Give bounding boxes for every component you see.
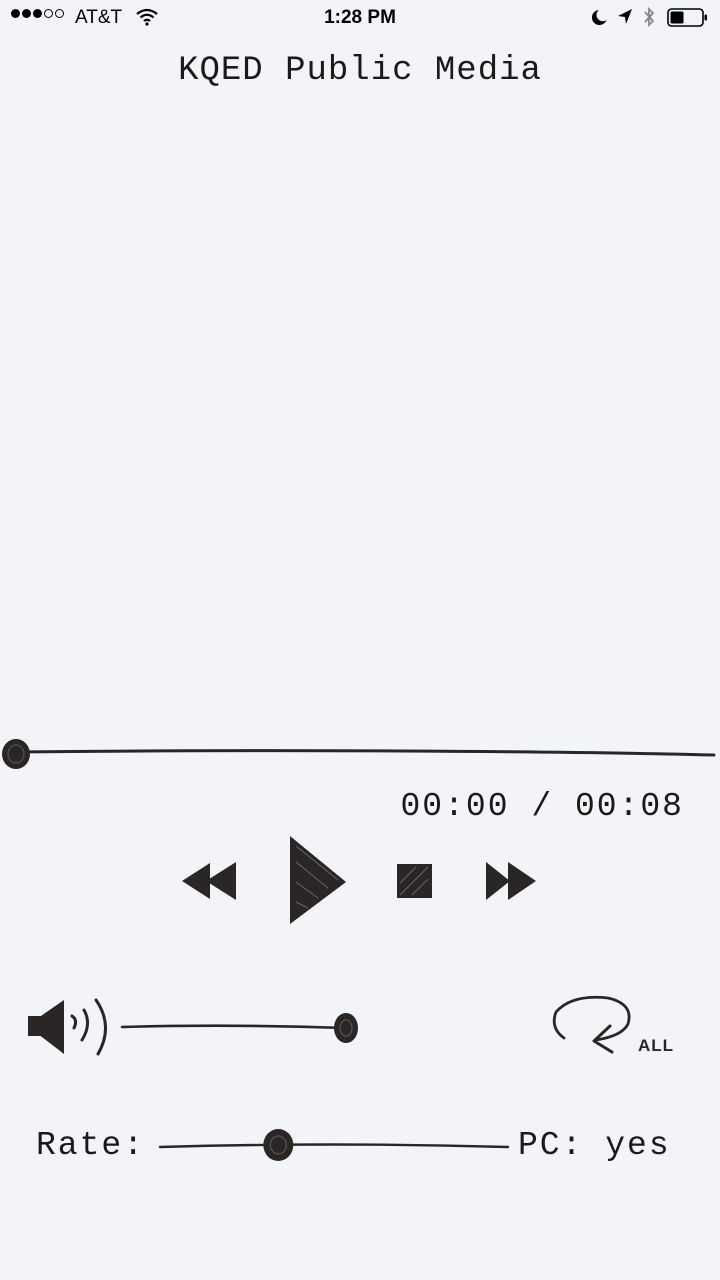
- seek-thumb[interactable]: [2, 739, 30, 769]
- seek-bar[interactable]: [0, 730, 720, 780]
- fast-forward-button[interactable]: [482, 857, 542, 905]
- rewind-button[interactable]: [176, 856, 242, 906]
- duration-time: 00:08: [574, 788, 684, 825]
- elapsed-time: 00:00: [400, 788, 510, 825]
- play-icon: [290, 836, 346, 924]
- repeat-mode-label: ALL: [638, 1036, 675, 1055]
- rate-label: Rate:: [36, 1127, 146, 1164]
- rate-slider-thumb[interactable]: [263, 1129, 294, 1161]
- repeat-icon: [552, 995, 631, 1054]
- stop-icon: [397, 864, 432, 898]
- volume-slider[interactable]: [110, 1006, 370, 1052]
- pitch-correction-toggle[interactable]: PC: yes: [518, 1127, 671, 1164]
- volume-slider-thumb[interactable]: [334, 1013, 358, 1043]
- clock: 1:28 PM: [324, 7, 396, 28]
- time-separator: /: [531, 788, 554, 825]
- rate-slider[interactable]: [152, 1120, 516, 1170]
- bluetooth-icon: [644, 6, 655, 28]
- rewind-icon: [182, 862, 236, 900]
- play-button[interactable]: [284, 832, 350, 928]
- battery-icon: [667, 8, 707, 27]
- time-readout: 00:00 / 00:08: [401, 788, 685, 825]
- pitch-correction-label: PC:: [518, 1127, 584, 1164]
- speaker-icon: [28, 998, 107, 1056]
- location-arrow-icon: [618, 9, 632, 24]
- stop-button[interactable]: [394, 861, 436, 901]
- volume-button[interactable]: [24, 994, 120, 1060]
- moon-icon: [591, 10, 607, 25]
- repeat-all-button[interactable]: ALL: [548, 992, 688, 1060]
- fast-forward-icon: [486, 862, 536, 900]
- page-title: KQED Public Media: [178, 52, 542, 90]
- status-bar: AT&T 1:28 PM: [0, 0, 720, 40]
- pitch-correction-value: yes: [605, 1127, 671, 1164]
